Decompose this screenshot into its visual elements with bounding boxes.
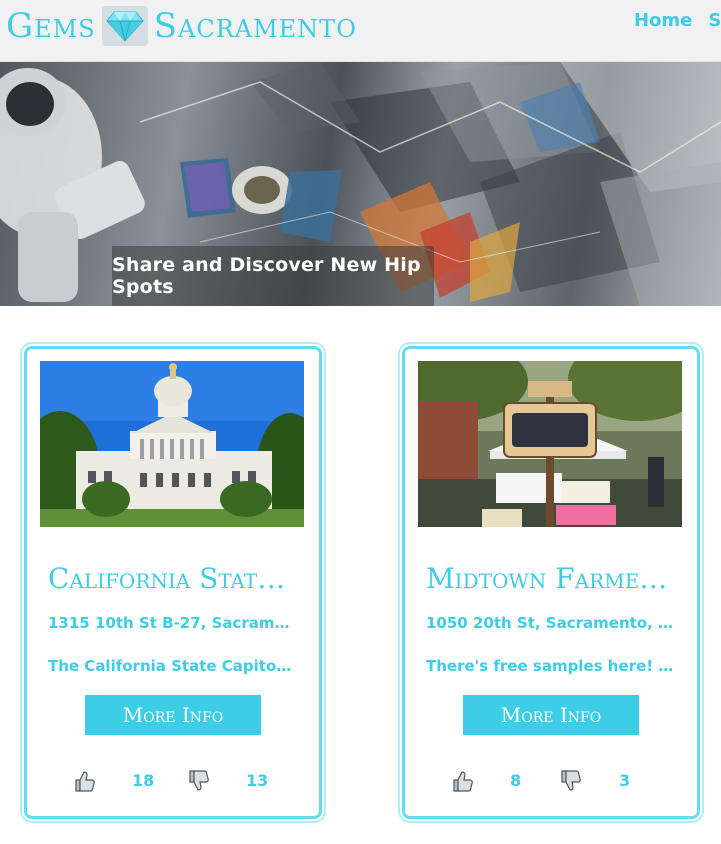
card-image-farmers-market[interactable]	[418, 361, 682, 527]
brand-word-sacramento: Sacramento	[153, 6, 357, 46]
downvote-count: 13	[246, 771, 269, 790]
card-address: 1315 10th St B-27, Sacrament…	[48, 614, 296, 632]
thumbs-up-icon[interactable]	[73, 769, 95, 793]
thumbs-down-icon[interactable]	[559, 769, 581, 793]
card-title[interactable]: Midtown Farmer's Mark…	[426, 559, 676, 599]
brand-word-gems: Gems	[6, 6, 96, 46]
thumbs-down-icon[interactable]	[187, 769, 209, 793]
nav-link-home[interactable]: Home	[634, 10, 692, 31]
brand-logo[interactable]: Gems Sacramento	[6, 4, 357, 48]
card-address: 1050 20th St, Sacramento, C…	[426, 614, 674, 632]
hero-banner: Share and Discover New Hip Spots	[0, 62, 721, 306]
more-info-button[interactable]: More Info	[463, 695, 639, 735]
more-info-button[interactable]: More Info	[85, 695, 261, 735]
card-image-capitol[interactable]	[40, 361, 304, 527]
vote-bar: 18 13	[27, 767, 319, 797]
tagline-box: Share and Discover New Hip Spots	[112, 246, 434, 306]
upvote-count: 8	[510, 771, 522, 790]
card-title[interactable]: California State Capital	[48, 559, 298, 599]
thumbs-up-icon[interactable]	[451, 769, 473, 793]
card-description: The California State Capitol …	[48, 657, 296, 675]
upvote-count: 18	[132, 771, 155, 790]
vote-bar: 8 3	[405, 767, 697, 797]
spot-card: California State Capital 1315 10th St B-…	[24, 346, 322, 819]
downvote-count: 3	[619, 771, 631, 790]
spot-card: Midtown Farmer's Mark… 1050 20th St, Sac…	[402, 346, 700, 819]
card-description: There's free samples here! Ho…	[426, 657, 674, 675]
navbar: Gems Sacramento Home Sig	[0, 0, 721, 62]
nav-links: Home Sig	[634, 10, 721, 31]
nav-link-signup[interactable]: Sig	[708, 10, 721, 31]
diamond-icon	[101, 6, 148, 46]
hero-tagline: Share and Discover New Hip Spots	[112, 254, 421, 298]
